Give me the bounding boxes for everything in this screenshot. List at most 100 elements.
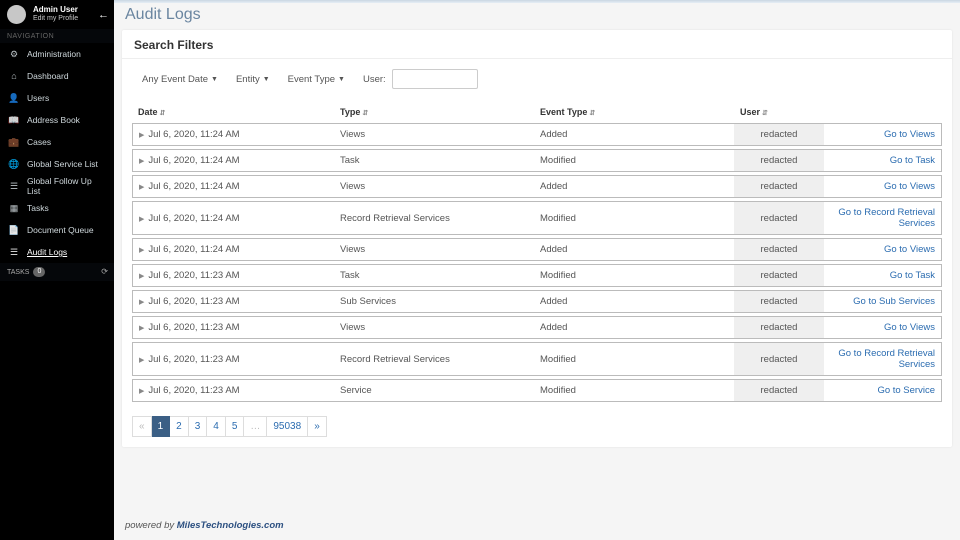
expand-icon[interactable]: ▶ [139,132,144,139]
cell-user: redacted [734,238,824,261]
nav-label: Tasks [27,203,49,213]
nav-icon: 💼 [7,137,21,148]
page-2[interactable]: 2 [170,416,189,437]
cell-type: Task [334,264,534,287]
nav-tasks[interactable]: ▦ Tasks [0,197,114,219]
filter-user-label: User: [363,74,386,85]
nav-dashboard[interactable]: ⌂Dashboard [0,65,114,87]
col-type[interactable]: Type⇵ [334,103,534,123]
nav-icon: 👤 [7,93,21,104]
nav-document-queue[interactable]: 📄Document Queue [0,219,114,241]
cell-user: redacted [734,290,824,313]
page-5[interactable]: 5 [226,416,245,437]
go-to-task-link[interactable]: Go to Task [890,155,935,166]
cell-date: ▶Jul 6, 2020, 11:24 AM [132,123,334,146]
nav-cases[interactable]: 💼 Cases [0,131,114,153]
content-panel: Search Filters Any Event Date▼ Entity▼ E… [122,30,952,447]
nav-audit-logs[interactable]: ☰Audit Logs [0,241,114,263]
go-to-record-retrieval-services-link[interactable]: Go to Record Retrieval Services [838,348,935,370]
cell-link: Go to Views [824,175,942,198]
nav-icon: ▦ [7,203,21,214]
nav-header: NAVIGATION [0,29,114,43]
page-last[interactable]: 95038 [267,416,308,437]
go-to-views-link[interactable]: Go to Views [884,129,935,140]
nav-icon: ☰ [7,247,21,258]
go-to-task-link[interactable]: Go to Task [890,270,935,281]
avatar[interactable] [7,5,26,24]
nav-administration[interactable]: ⚙Administration [0,43,114,65]
cell-link: Go to Views [824,238,942,261]
filter-entity-dropdown[interactable]: Entity▼ [236,74,270,85]
cell-link: Go to Task [824,149,942,172]
caret-icon: ▼ [338,76,345,83]
col-event-type[interactable]: Event Type⇵ [534,103,734,123]
go-to-views-link[interactable]: Go to Views [884,244,935,255]
cell-link: Go to Views [824,123,942,146]
expand-icon[interactable]: ▶ [139,357,144,364]
audit-table: Date⇵ Type⇵ Event Type⇵ User⇵ ▶Jul 6, 20… [132,103,942,402]
cell-date: ▶Jul 6, 2020, 11:24 AM [132,238,334,261]
nav-users[interactable]: 👤 Users [0,87,114,109]
cell-link: Go to Task [824,264,942,287]
footer: powered by MilesTechnologies.com [114,514,295,537]
nav-label: Users [27,93,49,103]
nav-global-follow-up[interactable]: ☰Global Follow Up List [0,175,114,197]
go-to-sub-services-link[interactable]: Go to Sub Services [853,296,935,307]
go-to-record-retrieval-services-link[interactable]: Go to Record Retrieval Services [838,207,935,229]
expand-icon[interactable]: ▶ [139,184,144,191]
footer-brand-link[interactable]: MilesTechnologies.com [177,520,284,531]
sort-icon: ⇵ [362,110,368,117]
expand-icon[interactable]: ▶ [139,247,144,254]
cell-event-type: Added [534,123,734,146]
tasks-section[interactable]: TASKS 0 ⟳ [0,263,114,281]
cell-event-type: Added [534,175,734,198]
cell-user: redacted [734,175,824,198]
cell-link: Go to Sub Services [824,290,942,313]
nav-icon: ⌂ [7,71,21,81]
page-4[interactable]: 4 [207,416,226,437]
expand-icon[interactable]: ▶ [139,299,144,306]
go-to-service-link[interactable]: Go to Service [877,385,935,396]
nav-label: Document Queue [27,225,94,235]
filters-title: Search Filters [122,30,952,59]
caret-icon: ▼ [211,76,218,83]
sort-icon: ⇵ [160,110,166,117]
cell-type: Record Retrieval Services [334,201,534,235]
collapse-sidebar-icon[interactable]: ← [98,9,109,21]
nav-icon: 🌐 [7,159,21,170]
nav-label: Cases [27,137,51,147]
sort-icon: ⇵ [762,110,768,117]
refresh-icon[interactable]: ⟳ [101,267,108,276]
go-to-views-link[interactable]: Go to Views [884,181,935,192]
cell-type: Views [334,238,534,261]
expand-icon[interactable]: ▶ [139,158,144,165]
nav-list: ⚙Administration⌂Dashboard 👤 Users 📖Address … [0,43,114,263]
table-row: ▶Jul 6, 2020, 11:23 AMViewsAddedredacted… [132,316,942,339]
cell-date: ▶Jul 6, 2020, 11:23 AM [132,342,334,376]
page-title: Audit Logs [114,3,960,30]
cell-date: ▶Jul 6, 2020, 11:23 AM [132,290,334,313]
user-name: Admin User [33,6,78,15]
nav-icon: ⚙ [7,49,21,60]
page-next[interactable]: » [308,416,327,437]
nav-address-book[interactable]: 📖Address Book [0,109,114,131]
cell-user: redacted [734,379,824,402]
col-date[interactable]: Date⇵ [132,103,334,123]
cell-user: redacted [734,264,824,287]
col-user[interactable]: User⇵ [734,103,824,123]
tasks-label: TASKS [7,269,29,276]
filter-user-input[interactable] [392,69,478,89]
filter-date-dropdown[interactable]: Any Event Date▼ [142,74,218,85]
nav-global-service-list[interactable]: 🌐Global Service List [0,153,114,175]
cell-event-type: Added [534,290,734,313]
cell-type: Task [334,149,534,172]
go-to-views-link[interactable]: Go to Views [884,322,935,333]
page-1[interactable]: 1 [152,416,171,437]
expand-icon[interactable]: ▶ [139,388,144,395]
page-3[interactable]: 3 [189,416,208,437]
expand-icon[interactable]: ▶ [139,216,144,223]
filter-event-type-dropdown[interactable]: Event Type▼ [288,74,345,85]
expand-icon[interactable]: ▶ [139,273,144,280]
edit-profile-link[interactable]: Edit my Profile [33,15,78,23]
expand-icon[interactable]: ▶ [139,325,144,332]
